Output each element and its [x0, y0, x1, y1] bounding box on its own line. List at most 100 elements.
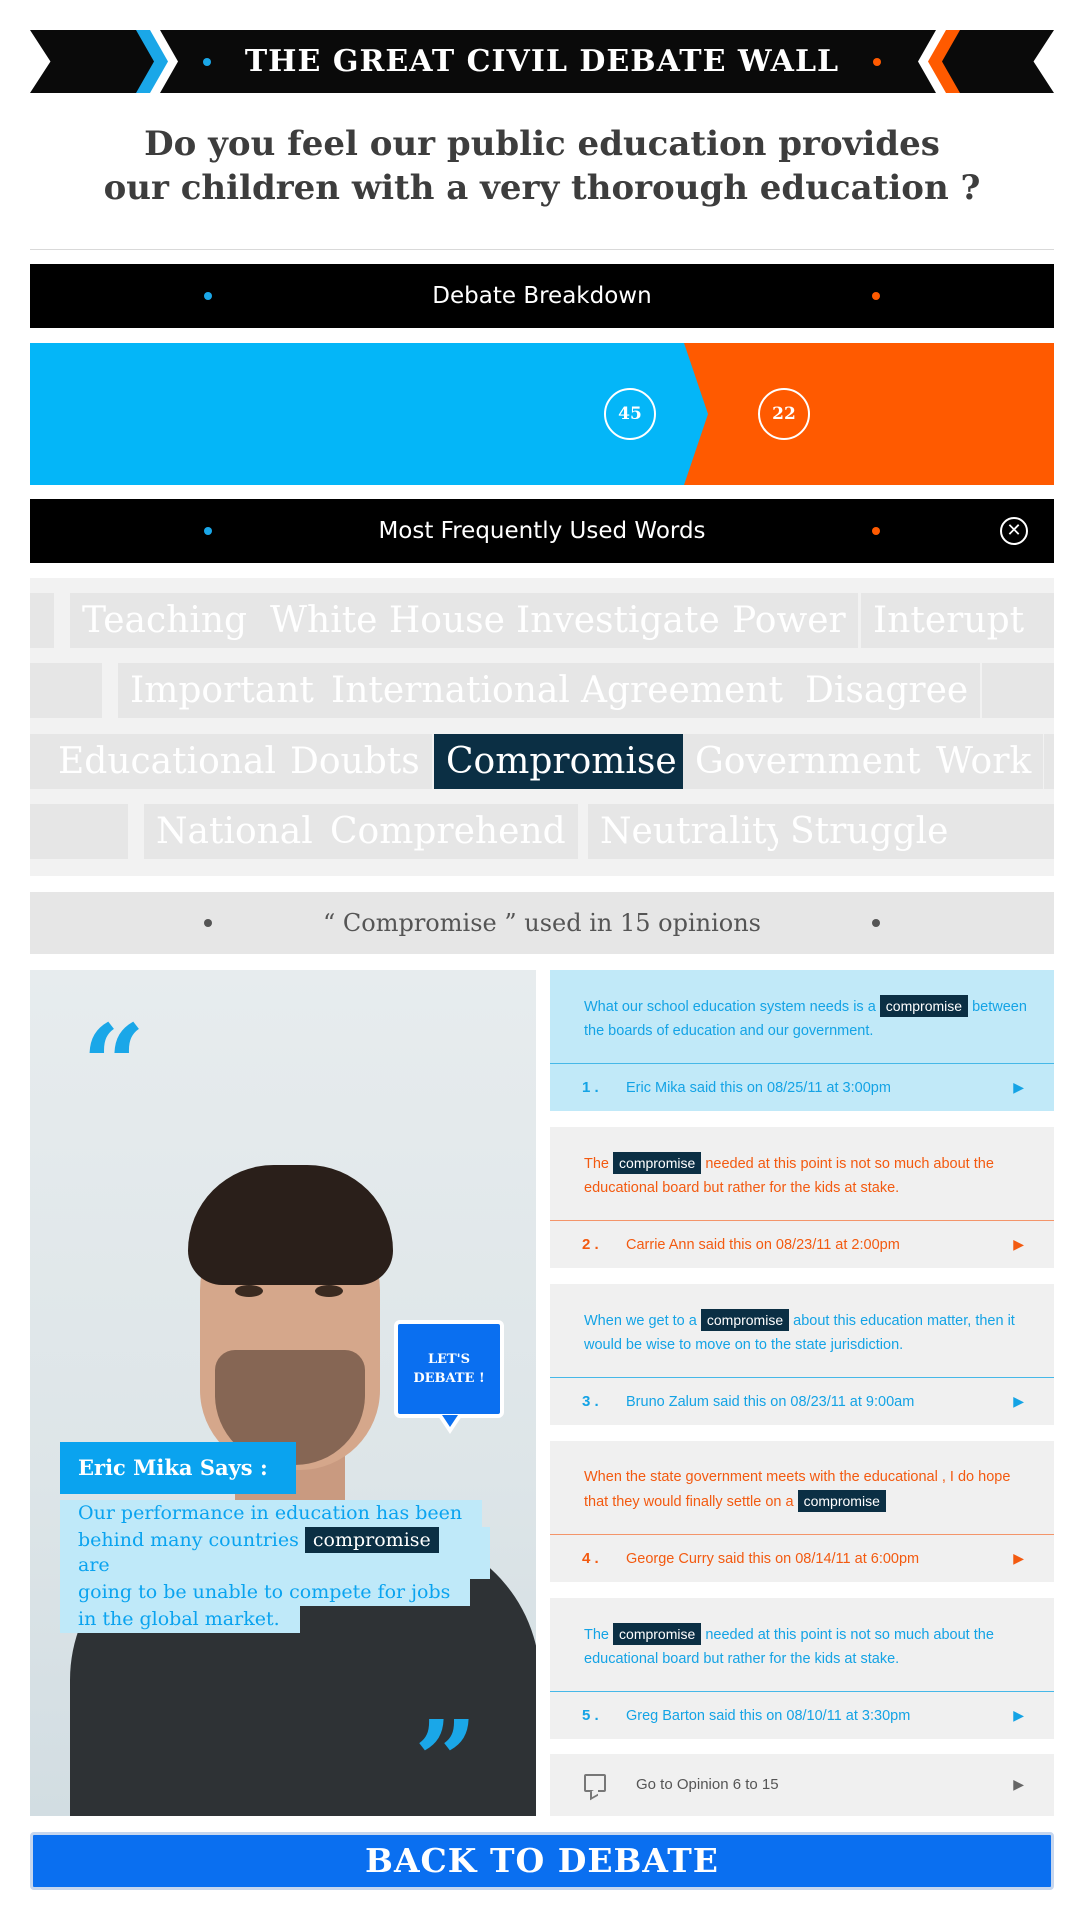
- word-investigate[interactable]: Investigate: [504, 593, 732, 648]
- keyword-highlight: compromise: [700, 1309, 790, 1331]
- opinion-number: 1 .: [582, 1079, 599, 1096]
- orange-count: 22: [758, 388, 810, 440]
- blue-count: 45: [604, 388, 656, 440]
- page-title: THE GREAT CIVIL DEBATE WALL: [244, 44, 840, 79]
- word-agreement[interactable]: Agreement: [569, 663, 795, 718]
- word-compromise-selected[interactable]: Compromise: [434, 734, 689, 789]
- usage-bar: “ Compromise ” used in 15 opinions: [30, 892, 1054, 954]
- play-icon[interactable]: ▶: [1013, 1694, 1024, 1738]
- opinion-text-pre: What our school education system needs i…: [584, 999, 876, 1015]
- opinion-number: 5 .: [582, 1707, 599, 1724]
- keyword-highlight: compromise: [304, 1527, 439, 1553]
- question-line-2: our children with a very thorough educat…: [103, 168, 981, 208]
- play-icon[interactable]: ▶: [1013, 1754, 1024, 1816]
- opinion-number: 2 .: [582, 1236, 599, 1253]
- close-icon[interactable]: ✕: [1000, 517, 1028, 545]
- featured-quote-line-2: behind many countries compromise are: [60, 1527, 490, 1579]
- opinion-author: Carrie Ann said this on 08/23/11 at 2:00…: [626, 1237, 900, 1253]
- debate-question: Do you feel our public education provide…: [60, 122, 1024, 210]
- photo-eye-right: [315, 1285, 343, 1297]
- opinion-separator: [550, 1534, 1054, 1535]
- opinion-text: When we get to a compromise about this e…: [584, 1308, 1034, 1357]
- speech-tail-inner: [442, 1415, 458, 1427]
- opinion-text-pre: The: [584, 1156, 609, 1172]
- usage-label: “ Compromise ” used in 15 opinions: [323, 909, 761, 937]
- opinion-card[interactable]: The compromise needed at this point is n…: [550, 1598, 1054, 1739]
- opinion-text: When the state government meets with the…: [584, 1465, 1034, 1514]
- more-opinions-link[interactable]: Go to Opinion 6 to 15 ▶: [550, 1754, 1054, 1816]
- back-to-debate-button[interactable]: BACK TO DEBATE: [30, 1832, 1054, 1890]
- opinion-card[interactable]: When we get to a compromise about this e…: [550, 1284, 1054, 1425]
- words-header: Most Frequently Used Words ✕: [30, 499, 1054, 563]
- word-doubts[interactable]: Doubts: [278, 734, 432, 789]
- word-filler: [30, 593, 54, 648]
- header-banner: THE GREAT CIVIL DEBATE WALL: [30, 30, 1054, 93]
- word-comprehend[interactable]: Comprehend: [318, 804, 578, 859]
- opinion-author: Greg Barton said this on 08/10/11 at 3:3…: [626, 1708, 911, 1724]
- opinion-text: The compromise needed at this point is n…: [584, 1151, 1034, 1200]
- word-filler: [1044, 734, 1054, 789]
- word-disagree[interactable]: Disagree: [793, 663, 981, 718]
- word-interupt[interactable]: Interupt: [861, 593, 1037, 648]
- word-white-house[interactable]: White House: [258, 593, 517, 648]
- word-neutrality[interactable]: Neutrality: [588, 804, 799, 859]
- word-educational[interactable]: Educational: [46, 734, 288, 789]
- opinion-text-pre: The: [584, 1627, 609, 1643]
- speaker-label: Eric Mika Says :: [60, 1442, 296, 1494]
- opinion-card[interactable]: When the state government meets with the…: [550, 1441, 1054, 1582]
- word-cloud: Teaching White House Investigate Power I…: [30, 578, 1054, 876]
- featured-quote-text: behind many countries: [78, 1529, 299, 1551]
- featured-quote: Our performance in education has been be…: [60, 1500, 490, 1633]
- opinion-author: Eric Mika said this on 08/25/11 at 3:00p…: [626, 1080, 891, 1096]
- featured-quote-line-3: going to be unable to compete for jobs: [60, 1579, 471, 1606]
- opinion-card[interactable]: What our school education system needs i…: [550, 970, 1054, 1111]
- opinion-author: George Curry said this on 08/14/11 at 6:…: [626, 1551, 920, 1567]
- opinion-card[interactable]: The compromise needed at this point is n…: [550, 1127, 1054, 1268]
- opinion-number: 4 .: [582, 1550, 599, 1567]
- divider: [30, 249, 1054, 250]
- featured-quote-line-4: in the global market.: [60, 1606, 300, 1633]
- opinion-author: Bruno Zalum said this on 08/23/11 at 9:0…: [626, 1394, 915, 1410]
- words-label: Most Frequently Used Words: [378, 518, 706, 544]
- word-international[interactable]: International: [319, 663, 582, 718]
- breakdown-bar: 45 22: [30, 343, 1054, 485]
- word-filler: [30, 804, 128, 859]
- keyword-highlight: compromise: [797, 1490, 886, 1512]
- featured-photo-panel: “ ” LET'S DEBATE ! Eric Mika Says : Our …: [30, 970, 536, 1816]
- word-filler: [1030, 593, 1054, 648]
- opinion-separator: [550, 1063, 1054, 1064]
- word-struggle[interactable]: Struggle: [778, 804, 961, 859]
- word-work[interactable]: Work: [924, 734, 1044, 789]
- play-icon[interactable]: ▶: [1013, 1066, 1024, 1110]
- word-power[interactable]: Power: [720, 593, 858, 648]
- word-filler: [955, 804, 1054, 859]
- chat-icon: [584, 1774, 606, 1792]
- opinion-separator: [550, 1691, 1054, 1692]
- breakdown-label: Debate Breakdown: [432, 283, 652, 309]
- opinion-text-pre: When we get to a: [584, 1313, 697, 1329]
- opinion-text: What our school education system needs i…: [584, 994, 1034, 1043]
- opinion-separator: [550, 1220, 1054, 1221]
- play-icon[interactable]: ▶: [1013, 1223, 1024, 1267]
- opinion-separator: [550, 1377, 1054, 1378]
- play-icon[interactable]: ▶: [1013, 1380, 1024, 1424]
- word-national[interactable]: National: [144, 804, 325, 859]
- keyword-highlight: compromise: [613, 1152, 702, 1174]
- word-teaching[interactable]: Teaching: [70, 593, 260, 648]
- photo-eye-left: [235, 1285, 263, 1297]
- opinion-number: 3 .: [582, 1393, 599, 1410]
- word-government[interactable]: Government: [683, 734, 933, 789]
- featured-quote-line-1: Our performance in education has been: [60, 1500, 483, 1527]
- featured-quote-text: are: [78, 1554, 110, 1576]
- open-quote-icon: “: [82, 1000, 146, 1129]
- question-line-1: Do you feel our public education provide…: [144, 124, 940, 164]
- lets-debate-button[interactable]: LET'S DEBATE !: [394, 1320, 504, 1434]
- close-quote-icon: ”: [414, 1696, 478, 1816]
- play-icon[interactable]: ▶: [1013, 1537, 1024, 1581]
- breakdown-header: Debate Breakdown: [30, 264, 1054, 328]
- word-important[interactable]: Important: [118, 663, 326, 718]
- keyword-highlight: compromise: [879, 995, 969, 1017]
- opinion-text: The compromise needed at this point is n…: [584, 1622, 1034, 1671]
- word-filler: [982, 663, 1054, 718]
- lets-debate-line-2: DEBATE !: [413, 1371, 485, 1386]
